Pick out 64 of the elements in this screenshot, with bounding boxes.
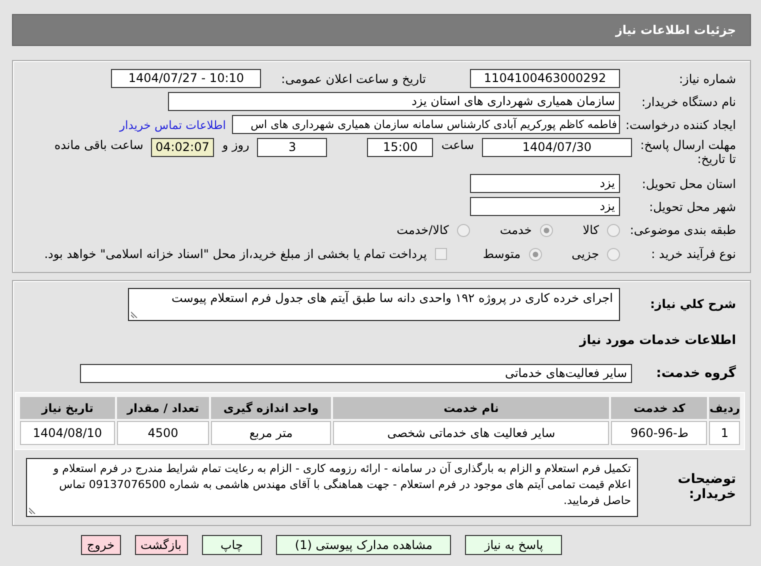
action-button[interactable]: بازگشت (134, 535, 188, 555)
field-label: نام دستگاه خریدار: (640, 94, 736, 108)
text-field[interactable]: فاطمه کاظم پورکریم آبادی کارشناس سامانه سازمان همیاری شهرداری های اس (232, 115, 620, 134)
field-label: مهلت ارسال پاسخ: تا تاریخ: (639, 138, 736, 166)
notes-field[interactable] (26, 458, 638, 517)
field-label: ساعت باقی مانده (54, 138, 144, 152)
field-label: شماره نیاز: (678, 72, 736, 86)
radio-button[interactable] (607, 224, 620, 236)
field-label: گروه خدمت: (655, 366, 736, 380)
text-field[interactable]: یزد (470, 174, 620, 193)
text-field[interactable]: 1404/07/30 (482, 138, 632, 157)
description-text: اجرای خرده کاری در پروژه ۱۹۲ واحدی دانه سا طبق آیتم های جدول فرم استعلام پیوست (171, 291, 613, 305)
radio-button[interactable] (607, 248, 620, 260)
column-header: نام خدمت (333, 397, 610, 419)
column-header: تعداد / مقدار (117, 397, 209, 419)
field-label: نوع فرآیند خرید : (650, 247, 736, 261)
table-cell: متر مربع (211, 421, 331, 445)
field-label: شهر محل تحویل: (648, 200, 736, 214)
action-button[interactable]: خروج (80, 535, 120, 555)
option-label: کالا/خدمت (396, 223, 449, 237)
table-cell: 1 (709, 421, 740, 445)
action-button[interactable]: مشاهده مدارک پیوستی (1) (276, 535, 452, 555)
section-title: اطلاعات خدمات مورد نیاز (578, 332, 736, 349)
window-title: جزئیات اطلاعات نیاز (12, 14, 751, 46)
table-cell: 4500 (117, 421, 209, 445)
option-label: خدمت (500, 223, 532, 237)
radio-button[interactable] (540, 224, 553, 236)
payment-note: پرداخت تمام یا بخشی از مبلغ خرید،از محل "اسناد خزانه اسلامی" خواهد بود. (44, 247, 427, 261)
description-field[interactable]: اجرای خرده کاری در پروژه ۱۹۲ واحدی دانه سا طبق آیتم های جدول فرم استعلام پیوست (128, 288, 620, 321)
notes-text: تکمیل فرم استعلام و الزام به بارگذاری آن در سامانه - ارائه رزومه کاری - الزام به رعایت تمام شرایط مندرج در فرم استعلام و اعلام قیمت تمامی آیتم های موجود در فرم استعلام - جهت هماهنگی با آقای مهندس هاشمی به شماره 09137076500 تماس حاصل فرمایید. (53, 462, 631, 507)
action-button[interactable]: چاپ (202, 535, 262, 555)
resize-grip-icon[interactable] (131, 311, 138, 318)
radio-button[interactable] (456, 224, 470, 236)
radio-button[interactable] (528, 248, 542, 260)
table-cell: ط-96-960 (611, 421, 708, 445)
field-label: شرح کلي نياز: (649, 297, 736, 311)
field-label: توضیحات خریدار: (676, 472, 736, 502)
checkbox[interactable] (434, 248, 447, 260)
field-label: ساعت (441, 138, 474, 152)
field-label: طبقه بندی موضوعی: (628, 223, 736, 237)
field-label: تاریخ و ساعت اعلان عمومی: (281, 72, 426, 86)
column-header: کد خدمت (611, 397, 708, 419)
field-label: استان محل تحویل: (640, 176, 736, 190)
column-header: واحد اندازه گیری (211, 397, 331, 419)
text-field[interactable]: 1404/07/27 - 10:10 (111, 69, 262, 88)
column-header: تاریخ نیاز (20, 397, 115, 419)
action-button[interactable]: پاسخ به نیاز (465, 535, 562, 555)
buyer-contact-link[interactable]: اطلاعات تماس خریدار (119, 118, 226, 132)
text-field[interactable]: یزد (470, 197, 620, 216)
text-field[interactable]: سایر فعالیت‌های خدماتی (80, 364, 632, 382)
text-field[interactable]: 15:00 (367, 138, 434, 157)
text-field[interactable]: 04:02:07 (151, 138, 214, 157)
field-label: روز و (222, 138, 250, 152)
text-field[interactable]: 3 (257, 138, 328, 157)
field-label: ایجاد کننده درخواست: (624, 118, 736, 132)
option-label: متوسط (482, 247, 521, 261)
column-header: ردیف (709, 397, 740, 419)
table-cell: 1404/08/10 (20, 421, 115, 445)
text-field[interactable]: 1104100463000292 (470, 69, 620, 88)
option-label: کالا (582, 223, 599, 237)
option-label: جزیی (572, 247, 599, 261)
text-field[interactable]: سازمان همیاری شهرداری های استان یزد (168, 92, 620, 111)
table-cell: سایر فعالیت های خدماتی شخصی (333, 421, 610, 445)
resize-grip-icon[interactable] (29, 507, 36, 514)
